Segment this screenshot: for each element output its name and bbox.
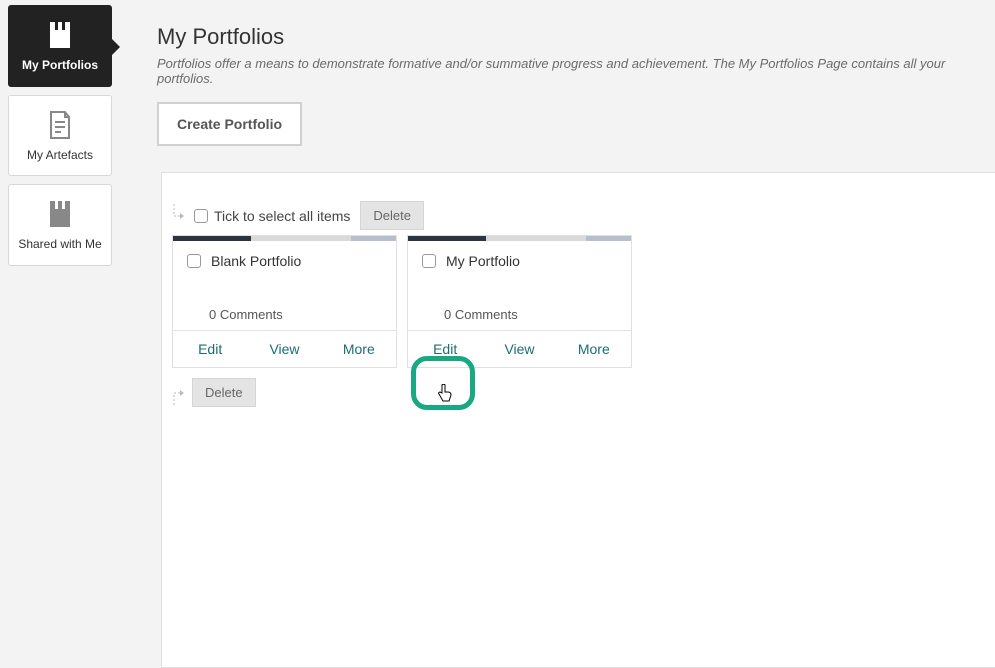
sidebar-item-label: Shared with Me [13,237,107,253]
delete-bottom-button[interactable]: Delete [192,378,256,407]
portfolio-card: My Portfolio 0 Comments Edit View More [407,235,632,368]
select-all-toolbar: Tick to select all items Delete [162,201,995,230]
card-title: My Portfolio [446,253,520,269]
card-title: Blank Portfolio [211,253,301,269]
card-more-button[interactable]: More [557,331,631,367]
portfolio-icon [13,20,107,50]
select-all-checkbox[interactable] [194,209,208,223]
sidebar-item-shared-with-me[interactable]: Shared with Me [8,184,112,266]
tree-connector-icon [172,381,186,405]
sidebar-item-my-artefacts[interactable]: My Artefacts [8,95,112,177]
portfolio-cards: Blank Portfolio 0 Comments Edit View Mor… [162,235,995,368]
card-comments: 0 Comments [408,305,631,330]
sidebar-item-label: My Artefacts [13,148,107,164]
card-checkbox[interactable] [187,254,201,268]
card-progress-bar [408,236,631,241]
card-checkbox[interactable] [422,254,436,268]
create-portfolio-button[interactable]: Create Portfolio [157,102,302,146]
card-progress-bar [173,236,396,241]
card-edit-button[interactable]: Edit [408,331,482,367]
card-view-button[interactable]: View [482,331,556,367]
sidebar: My Portfolios My Artefacts Shared with M… [8,5,112,274]
card-comments: 0 Comments [173,305,396,330]
page-subtitle: Portfolios offer a means to demonstrate … [157,56,995,86]
card-edit-button[interactable]: Edit [173,331,247,367]
portfolio-panel: Tick to select all items Delete Blank Po… [161,172,995,668]
main-content: My Portfolios Portfolios offer a means t… [157,24,995,668]
portfolio-card: Blank Portfolio 0 Comments Edit View Mor… [172,235,397,368]
card-view-button[interactable]: View [247,331,321,367]
tree-connector-icon [172,204,186,228]
artefacts-icon [13,110,107,140]
page-title: My Portfolios [157,24,995,50]
sidebar-item-my-portfolios[interactable]: My Portfolios [8,5,112,87]
bottom-toolbar: Delete [162,378,995,407]
sidebar-item-label: My Portfolios [13,58,107,74]
select-all-label: Tick to select all items [214,208,350,224]
delete-top-button[interactable]: Delete [360,201,424,230]
shared-portfolio-icon [13,199,107,229]
card-more-button[interactable]: More [322,331,396,367]
